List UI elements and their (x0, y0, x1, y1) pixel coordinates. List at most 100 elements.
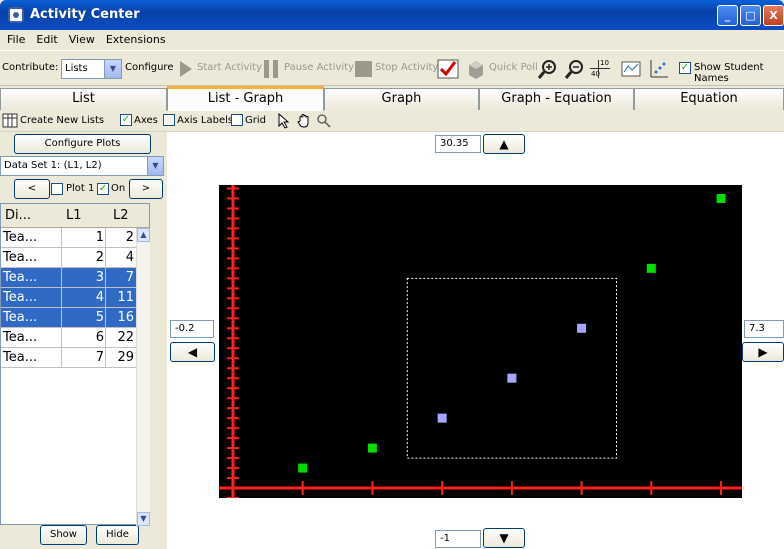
show-student-names-checkbox[interactable]: ✓ (679, 62, 691, 74)
maximize-button[interactable]: □ (740, 5, 761, 26)
menu-extensions[interactable]: Extensions (99, 30, 170, 46)
data-point[interactable] (577, 323, 587, 333)
column-header[interactable]: L1 (66, 208, 82, 223)
data-table[interactable]: Di... L1 L2 Tea... 1 2 Tea... 2 4 Tea... 3 7 Tea.… (0, 203, 150, 526)
data-point[interactable] (507, 373, 517, 383)
play-icon[interactable] (176, 58, 198, 80)
toolbar: Contribute: Lists ▼ Configure Start Acti… (0, 50, 784, 86)
scroll-up-button[interactable]: ▲ (483, 134, 525, 154)
row-l2: 7 (125, 270, 134, 285)
prev-plot-button[interactable]: < (14, 179, 50, 199)
scroll-up-icon[interactable]: ▲ (137, 228, 150, 242)
row-l2: 4 (125, 250, 134, 265)
pointer-icon[interactable] (276, 113, 292, 129)
create-new-lists-button[interactable]: Create New Lists (20, 115, 104, 126)
data-set-value: Data Set 1: (L1, L2) (4, 160, 102, 171)
table-row[interactable]: Tea... 3 7 (1, 268, 136, 288)
axis-labels-checkbox[interactable] (163, 114, 175, 126)
row-name: Tea... (3, 310, 38, 325)
data-point[interactable] (646, 263, 656, 273)
chevron-down-icon: ▼ (147, 157, 163, 175)
quick-poll-button[interactable]: Quick Poll (489, 62, 538, 73)
row-l1: 4 (95, 290, 104, 305)
xmax-field[interactable]: 7.3 (744, 320, 784, 338)
table-row[interactable]: Tea... 2 4 (1, 248, 136, 268)
row-l2: 2 (125, 230, 134, 245)
app-icon (8, 7, 24, 23)
close-button[interactable]: X (763, 5, 784, 26)
start-activity-button[interactable]: Start Activity (197, 62, 262, 73)
pause-icon[interactable] (261, 58, 283, 80)
window-title: Activity Center (30, 7, 140, 22)
next-plot-button[interactable]: > (129, 179, 163, 199)
tab-list-graph[interactable]: List - Graph (167, 86, 324, 111)
contribute-label: Contribute: (2, 62, 59, 73)
tab-graph-equation[interactable]: Graph - Equation (479, 88, 634, 110)
stop-activity-button[interactable]: Stop Activity (375, 62, 438, 73)
stop-icon[interactable] (353, 58, 375, 80)
plot-area[interactable] (219, 185, 742, 499)
xmin-field[interactable]: -0.2 (170, 320, 214, 338)
table-row[interactable]: Tea... 4 11 (1, 288, 136, 308)
column-header[interactable]: L2 (113, 208, 129, 223)
row-l2: 11 (117, 290, 134, 305)
tab-equation[interactable]: Equation (634, 88, 784, 110)
data-point[interactable] (298, 463, 308, 473)
configure-plots-button[interactable]: Configure Plots (14, 134, 151, 154)
table-icon[interactable] (2, 113, 18, 128)
selection-box[interactable] (406, 277, 617, 459)
tab-graph[interactable]: Graph (324, 88, 479, 110)
table-row[interactable]: Tea... 5 16 (1, 308, 136, 328)
show-student-names-label: Show Student Names (694, 62, 764, 84)
row-l1: 5 (95, 310, 104, 325)
data-set-select[interactable]: Data Set 1: (L1, L2) ▼ (0, 156, 164, 176)
row-l2: 22 (117, 330, 134, 345)
minimize-button[interactable]: _ (717, 5, 738, 26)
hide-button[interactable]: Hide (96, 525, 139, 545)
contribute-select[interactable]: Lists ▼ (61, 59, 122, 79)
grid-checkbox[interactable] (231, 114, 243, 126)
table-row[interactable]: Tea... 6 22 (1, 328, 136, 348)
row-name: Tea... (3, 290, 38, 305)
plot-color-box (51, 183, 63, 195)
scroll-down-button[interactable]: ▼ (483, 528, 525, 548)
row-name: Tea... (3, 230, 38, 245)
ymin-field[interactable]: -1 (435, 530, 481, 548)
plot-on-checkbox[interactable]: ✓ (97, 183, 109, 195)
hand-icon[interactable] (296, 113, 312, 129)
data-point[interactable] (367, 443, 377, 453)
menu-view[interactable]: View (62, 30, 99, 46)
vertical-scrollbar[interactable]: ▲ ▼ (136, 228, 150, 526)
axes-checkbox[interactable]: ✓ (120, 114, 132, 126)
scroll-left-button[interactable]: ◀ (170, 342, 215, 362)
pause-activity-button[interactable]: Pause Activity (284, 62, 354, 73)
column-header[interactable]: Di... (5, 208, 31, 223)
scatter-plot-icon[interactable] (648, 58, 670, 80)
row-l1: 2 (95, 250, 104, 265)
scroll-right-button[interactable]: ▶ (742, 342, 784, 362)
plot-label: Plot 1 (66, 183, 95, 194)
axis-labels-label: Axis Labels (177, 115, 234, 126)
table-row[interactable]: Tea... 1 2 (1, 228, 136, 248)
scroll-down-icon[interactable]: ▼ (137, 512, 150, 526)
menu-edit[interactable]: Edit (29, 30, 61, 46)
menu-bar: File Edit View Extensions (0, 30, 784, 50)
row-l2: 16 (117, 310, 134, 325)
table-row[interactable]: Tea... 7 29 (1, 348, 136, 368)
axis-scale-icon[interactable]: 10 40 (590, 58, 612, 80)
contribute-value: Lists (65, 63, 88, 74)
checkmark-icon[interactable] (437, 58, 459, 80)
zoom-in-icon[interactable] (537, 58, 559, 80)
data-point[interactable] (716, 193, 726, 203)
chevron-down-icon: ▼ (104, 60, 121, 78)
configure-button[interactable]: Configure (125, 62, 173, 73)
poll-icon[interactable] (465, 58, 487, 80)
window-settings-icon[interactable] (620, 58, 642, 80)
magnifier-icon[interactable] (316, 113, 332, 129)
show-button[interactable]: Show (40, 525, 87, 545)
tab-list[interactable]: List (0, 88, 167, 110)
zoom-out-icon[interactable] (564, 58, 586, 80)
menu-file[interactable]: File (0, 30, 29, 46)
data-point[interactable] (437, 413, 447, 423)
ymax-field[interactable]: 30.35 (435, 135, 481, 153)
